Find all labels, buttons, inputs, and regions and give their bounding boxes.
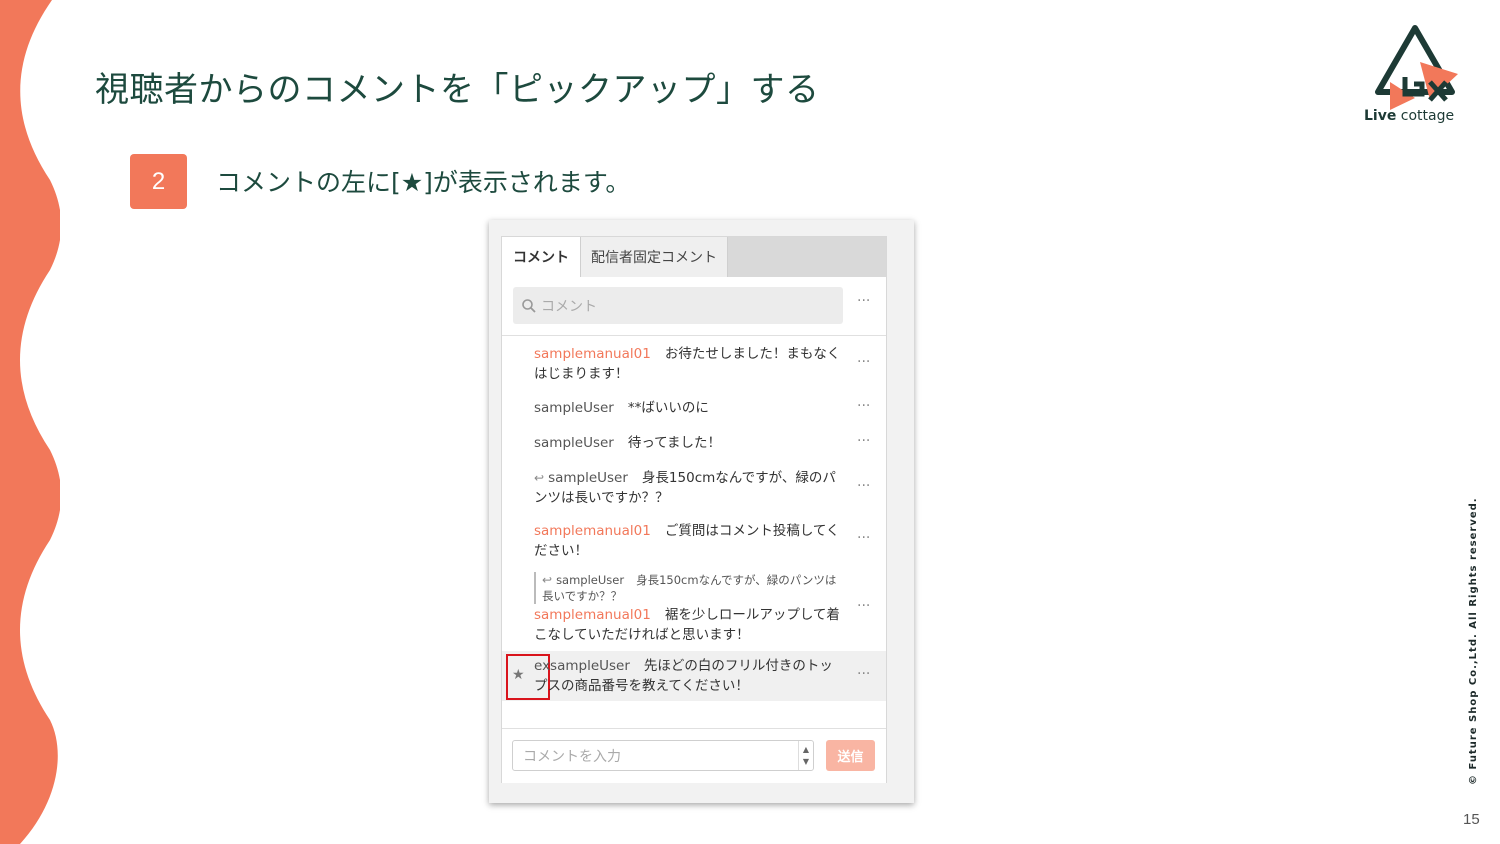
more-icon[interactable]: ··· — [857, 478, 870, 494]
send-button[interactable]: 送信 — [826, 740, 875, 771]
comment-list: samplemanual01 お待たせしました！まもなくはじまります！ ··· s… — [502, 336, 886, 728]
slide-title: 視聴者からのコメントを「ピックアップ」する — [95, 70, 820, 110]
tab-bar: コメント 配信者固定コメント — [502, 237, 886, 277]
comment-panel: コメント 配信者固定コメント コメント ··· samplemanual01 お待… — [501, 236, 887, 783]
list-item: samplemanual01 裾を少しロールアップして着こなしていただければと思い… — [534, 605, 844, 645]
stepper-down-icon: ▼ — [802, 756, 810, 766]
list-item: sampleUser 待ってました！ — [534, 433, 844, 453]
search-icon — [522, 298, 536, 313]
list-item: exsampleUser 先ほどの白のフリル付きのトップスの商品番号を教えてくださ… — [534, 656, 844, 696]
reply-icon: ↩ — [542, 573, 553, 587]
list-item: sampleUser **ばいいのに — [534, 398, 844, 418]
search-placeholder: コメント — [541, 298, 597, 315]
step-number-badge: 2 — [130, 154, 187, 209]
resize-stepper[interactable]: ▲ ▼ — [798, 741, 813, 770]
quoted-comment: ↩ sampleUser 身長150cmなんですが、緑のパンツは長いですか？？ — [534, 572, 842, 604]
quote-user: sampleUser — [556, 573, 625, 587]
comment-user: exsampleUser — [534, 658, 630, 674]
search-input[interactable]: コメント — [513, 287, 843, 324]
more-icon[interactable]: ··· — [857, 598, 870, 614]
list-item: samplemanual01 お待たせしました！まもなくはじまります！ — [534, 344, 844, 384]
comment-input-placeholder: コメントを入力 — [523, 748, 621, 765]
comment-user: samplemanual01 — [534, 607, 651, 623]
more-icon[interactable]: ··· — [857, 530, 870, 546]
comment-text: 待ってました！ — [627, 435, 722, 451]
tab-pinned-comments[interactable]: 配信者固定コメント — [581, 237, 728, 277]
decorative-wave — [0, 0, 60, 844]
comment-user: samplemanual01 — [534, 346, 651, 362]
more-icon[interactable]: ··· — [857, 354, 870, 370]
more-icon[interactable]: ··· — [857, 666, 870, 682]
comment-input-bar: コメントを入力 ▲ ▼ 送信 — [502, 728, 886, 783]
step-instruction: コメントの左に[★]が表示されます。 — [216, 168, 631, 197]
comment-input[interactable]: コメントを入力 ▲ ▼ — [512, 740, 814, 771]
list-item: ↩ sampleUser 身長150cmなんですが、緑のパンツは長いですか？？ — [534, 468, 844, 508]
search-row: コメント ··· — [502, 277, 886, 336]
comment-user: sampleUser — [534, 435, 614, 451]
more-icon[interactable]: ··· — [857, 398, 870, 414]
reply-icon: ↩ — [534, 471, 545, 485]
comment-text: **ばいいのに — [627, 400, 709, 416]
stepper-up-icon: ▲ — [802, 744, 810, 754]
more-icon[interactable]: ··· — [857, 293, 870, 309]
comment-user: sampleUser — [534, 400, 614, 416]
comment-user: samplemanual01 — [534, 523, 651, 539]
copyright-notice: © Future Shop Co.,Ltd. All Rights reserv… — [1468, 497, 1479, 785]
list-item: samplemanual01 ご質問はコメント投稿してください！ — [534, 521, 844, 561]
logo-text: Live cottage — [1364, 108, 1455, 124]
tab-comments[interactable]: コメント — [502, 237, 581, 277]
comment-panel-screenshot: コメント 配信者固定コメント コメント ··· samplemanual01 お待… — [489, 220, 914, 803]
more-icon[interactable]: ··· — [857, 433, 870, 449]
page-number: 15 — [1463, 811, 1480, 828]
comment-user: sampleUser — [548, 470, 628, 486]
